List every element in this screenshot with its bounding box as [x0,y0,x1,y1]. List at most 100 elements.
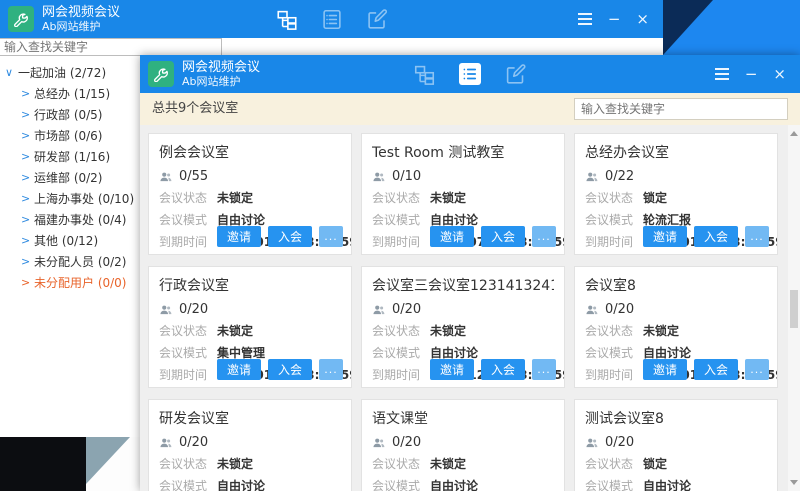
expire-label: 到期时间 [159,366,217,383]
more-button[interactable]: ... [319,226,343,247]
more-button[interactable]: ... [745,226,769,247]
minimize-button[interactable]: − [608,12,621,27]
tree-item-label: 行政部 (0/5) [34,106,103,123]
meeting-room-card: 研发会议室 0/20 会议状态 未锁定 会议模式 自由讨论 到期时间 2022-… [148,399,352,491]
invite-button[interactable]: 邀请 [643,359,687,380]
close-button[interactable]: × [773,67,786,82]
minimize-button[interactable]: − [745,67,758,82]
expire-label: 到期时间 [585,366,643,383]
room-name: 行政会议室 [159,275,341,295]
room-name: 测试会议室8 [585,408,767,428]
join-button[interactable]: 入会 [481,226,525,247]
room-occupancy: 0/20 [605,302,634,317]
more-button[interactable]: ... [745,359,769,380]
room-occupancy: 0/20 [179,435,208,450]
room-name: 总经办会议室 [585,142,767,162]
mode-label: 会议模式 [159,211,217,228]
expire-label: 到期时间 [585,233,643,250]
status-value: 锁定 [643,189,667,206]
org-chart-icon[interactable] [414,64,435,85]
desktop-gray-triangle [86,437,130,484]
mode-value: 自由讨论 [217,477,265,491]
room-search-input[interactable] [574,98,788,120]
meeting-room-card: 语文课堂 0/20 会议状态 未锁定 会议模式 自由讨论 到期时间 2022-0… [361,399,565,491]
mode-label: 会议模式 [585,344,643,361]
chevron-icon[interactable]: > [21,255,34,268]
room-list-area: 例会会议室 0/55 会议状态 未锁定 会议模式 自由讨论 到期时间 2028-… [140,125,800,491]
close-button[interactable]: × [636,12,649,27]
menu-icon[interactable] [578,13,592,25]
meeting-rooms-titlebar[interactable]: 网会视频会议 Ab网站维护 [140,55,800,93]
room-name: 会议室三会议室123141324141三会... [372,275,554,295]
join-button[interactable]: 入会 [694,359,738,380]
people-icon [159,436,173,450]
more-button[interactable]: ... [319,359,343,380]
meeting-room-card: Test Room 测试教室 0/10 会议状态 未锁定 会议模式 自由讨论 到… [361,133,565,255]
invite-button[interactable]: 邀请 [430,226,474,247]
menu-icon[interactable] [715,68,729,80]
join-button[interactable]: 入会 [268,226,312,247]
tree-search-input[interactable] [0,38,222,56]
status-value: 未锁定 [430,189,466,206]
status-value: 未锁定 [217,455,253,472]
chevron-icon[interactable]: > [21,87,34,100]
meeting-list-icon[interactable] [321,9,342,30]
chevron-icon[interactable]: > [21,129,34,142]
org-chart-icon[interactable] [276,9,297,30]
app-title: 网会视频会议 [42,5,120,21]
tree-item-label: 市场部 (0/6) [34,127,103,144]
invite-button[interactable]: 邀请 [217,226,261,247]
room-name: 会议室8 [585,275,767,295]
desktop-background-bottom-left [0,437,140,491]
invite-button[interactable]: 邀请 [217,359,261,380]
desktop-background-top-right [663,0,800,55]
chevron-icon[interactable]: > [21,192,34,205]
mode-label: 会议模式 [372,344,430,361]
more-button[interactable]: ... [532,226,556,247]
tree-item-label: 运维部 (0/2) [34,169,103,186]
scrollbar-thumb[interactable] [790,290,798,328]
invite-button[interactable]: 邀请 [643,226,687,247]
chevron-icon[interactable]: > [21,171,34,184]
app-logo [8,6,34,32]
edit-icon[interactable] [505,64,526,85]
room-occupancy: 0/22 [605,169,634,184]
scrollbar[interactable] [788,125,800,491]
invite-button[interactable]: 邀请 [430,359,474,380]
meeting-list-icon[interactable] [459,63,481,85]
meeting-room-card: 会议室8 0/20 会议状态 未锁定 会议模式 自由讨论 到期时间 2022-0… [574,266,778,388]
app-logo [148,61,174,87]
status-value: 锁定 [643,455,667,472]
people-icon [372,303,386,317]
room-occupancy: 0/10 [392,169,421,184]
join-button[interactable]: 入会 [268,359,312,380]
mode-value: 自由讨论 [430,477,478,491]
edit-icon[interactable] [366,9,387,30]
wrench-icon [13,11,29,27]
scroll-up-icon[interactable] [790,131,798,136]
scroll-down-icon[interactable] [790,480,798,485]
people-icon [585,303,599,317]
status-label: 会议状态 [585,455,643,472]
room-occupancy: 0/20 [605,435,634,450]
tree-item-label: 上海办事处 (0/10) [34,190,134,207]
expire-label: 到期时间 [159,233,217,250]
status-value: 未锁定 [430,455,466,472]
desktop-navy-triangle [663,0,713,55]
mode-label: 会议模式 [585,477,643,491]
chevron-icon[interactable]: > [21,213,34,226]
chevron-icon[interactable]: ∨ [5,66,18,79]
mode-value: 自由讨论 [643,477,691,491]
join-button[interactable]: 入会 [481,359,525,380]
app-subtitle: Ab网站维护 [182,75,260,88]
background-window-titlebar[interactable]: 网会视频会议 Ab网站维护 [0,0,663,38]
chevron-icon[interactable]: > [21,276,34,289]
chevron-icon[interactable]: > [21,234,34,247]
app-subtitle: Ab网站维护 [42,20,120,33]
join-button[interactable]: 入会 [694,226,738,247]
status-label: 会议状态 [585,189,643,206]
more-button[interactable]: ... [532,359,556,380]
chevron-icon[interactable]: > [21,150,34,163]
room-occupancy: 0/20 [392,435,421,450]
chevron-icon[interactable]: > [21,108,34,121]
